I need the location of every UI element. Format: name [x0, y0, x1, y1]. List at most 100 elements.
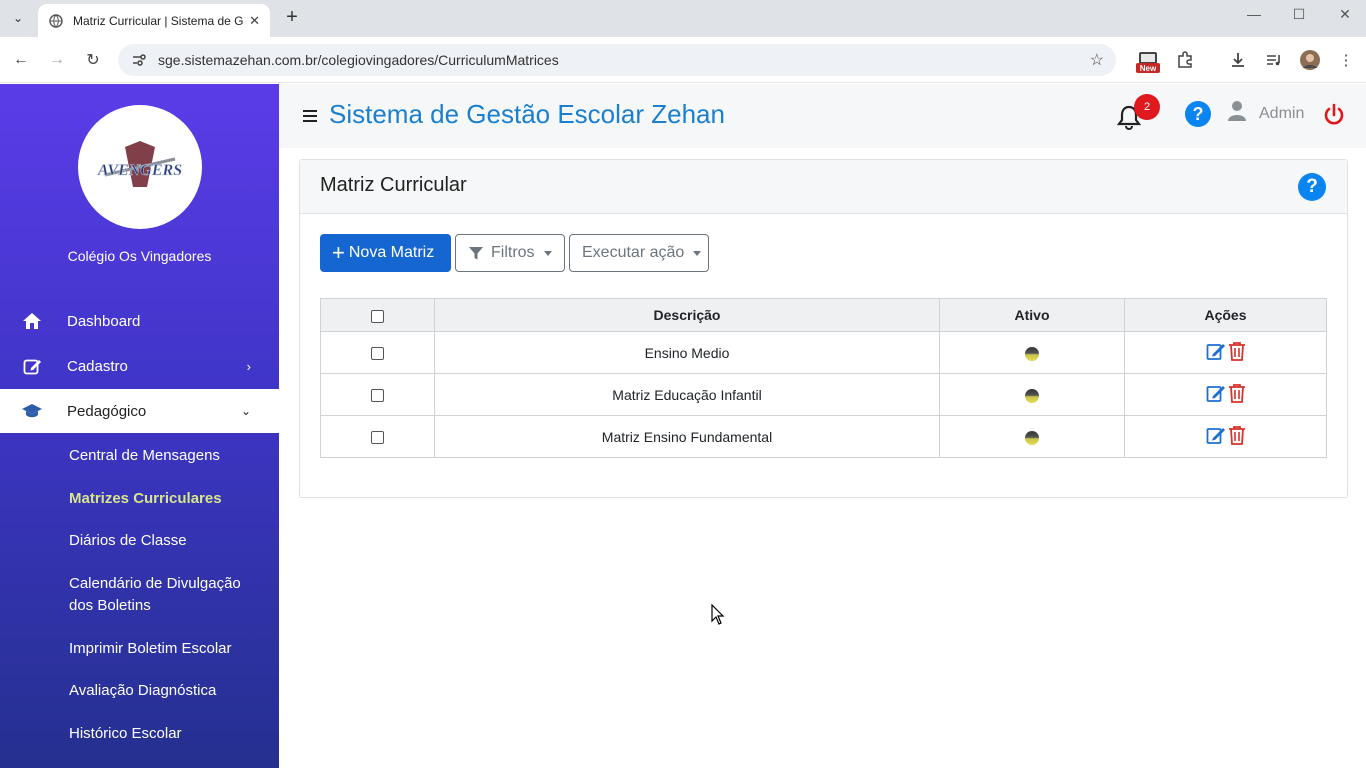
- chevron-right-icon: ›: [246, 358, 251, 374]
- browser-menu-icon[interactable]: ⋮: [1335, 49, 1357, 71]
- sidebar-item-cadastro[interactable]: Cadastro ›: [0, 344, 279, 388]
- row-ativo: [939, 415, 1125, 458]
- submenu-matrizes-curriculares[interactable]: Matrizes Curriculares: [69, 488, 269, 510]
- row-checkbox[interactable]: [371, 431, 384, 445]
- table-row: Matriz Educação Infantil: [320, 373, 1327, 416]
- sidebar-item-label: Pedagógico: [67, 402, 147, 420]
- back-icon[interactable]: ←: [10, 49, 32, 71]
- row-checkbox[interactable]: [371, 389, 384, 403]
- new-matrix-label: Nova Matriz: [348, 244, 435, 261]
- sidebar-item-pedagogico[interactable]: Pedagógico ⌄: [0, 389, 279, 433]
- graduation-cap-icon: [21, 400, 43, 422]
- reload-icon[interactable]: ↻: [82, 49, 104, 71]
- page-title: Matriz Curricular: [320, 174, 467, 196]
- extensions-puzzle-icon[interactable]: [1174, 49, 1196, 71]
- edit-icon: [21, 355, 43, 377]
- power-logout-icon[interactable]: [1322, 103, 1346, 127]
- column-header-descricao[interactable]: Descrição: [434, 298, 940, 332]
- tab-close-icon[interactable]: ✕: [249, 13, 260, 29]
- tab-title: Matriz Curricular | Sistema de G: [73, 13, 244, 28]
- download-icon[interactable]: [1227, 49, 1249, 71]
- tab-search-icon[interactable]: ⌄: [6, 6, 30, 30]
- bookmark-star-icon[interactable]: ☆: [1090, 50, 1104, 70]
- column-header-acoes: Ações: [1124, 298, 1327, 332]
- select-all-checkbox[interactable]: [371, 309, 384, 323]
- card-header: Matriz Curricular ?: [300, 160, 1347, 214]
- site-settings-icon[interactable]: [130, 51, 148, 69]
- row-ativo: [939, 373, 1125, 416]
- new-badge-text: New: [1140, 64, 1157, 73]
- trash-icon[interactable]: [1228, 383, 1246, 406]
- profile-avatar[interactable]: [1299, 49, 1321, 71]
- table-row: Matriz Ensino Fundamental: [320, 415, 1327, 458]
- execute-action-label: Executar ação: [582, 244, 685, 261]
- url-text: sge.sistemazehan.com.br/colegiovingadore…: [158, 52, 559, 68]
- user-icon[interactable]: [1227, 100, 1247, 122]
- minimize-icon[interactable]: —: [1242, 6, 1266, 22]
- edit-icon[interactable]: [1206, 383, 1226, 406]
- new-tab-button[interactable]: +: [280, 6, 304, 30]
- sidebar: AVENGERS Colégio Os Vingadores Dashboard…: [0, 84, 279, 768]
- plus-icon: +: [332, 240, 345, 265]
- row-select-cell: [320, 331, 435, 374]
- caret-down-icon: [693, 250, 702, 256]
- help-icon[interactable]: ?: [1185, 101, 1211, 127]
- trash-icon[interactable]: [1228, 425, 1246, 448]
- filters-dropdown-button[interactable]: Filtros: [455, 234, 565, 272]
- maximize-icon[interactable]: ☐: [1287, 6, 1311, 23]
- execute-action-dropdown-button[interactable]: Executar ação: [569, 234, 709, 272]
- school-logo[interactable]: AVENGERS: [78, 105, 202, 229]
- filters-label: Filtros: [491, 244, 535, 261]
- trash-icon[interactable]: [1228, 341, 1246, 364]
- submenu-central-mensagens[interactable]: Central de Mensagens: [69, 445, 269, 467]
- row-select-cell: [320, 415, 435, 458]
- active-status-indicator: [1025, 388, 1039, 403]
- notification-count-badge[interactable]: 2: [1134, 94, 1160, 120]
- row-acoes: [1124, 331, 1327, 374]
- row-descricao: Matriz Educação Infantil: [434, 373, 940, 416]
- filter-icon: [468, 246, 484, 261]
- forward-icon[interactable]: →: [46, 49, 68, 71]
- window-close-icon[interactable]: ✕: [1333, 6, 1357, 23]
- mouse-cursor-icon: [711, 603, 725, 626]
- matrices-table: Descrição Ativo Ações Ensino Medio Matri…: [320, 298, 1327, 458]
- school-name: Colégio Os Vingadores: [67, 248, 212, 264]
- submenu-calendario-boletins[interactable]: Calendário de Divulgação dos Boletins: [69, 573, 249, 617]
- home-icon: [21, 310, 43, 332]
- globe-icon: [48, 13, 64, 29]
- row-acoes: [1124, 415, 1327, 458]
- hamburger-menu-icon[interactable]: [303, 110, 317, 122]
- help-icon[interactable]: ?: [1298, 173, 1326, 201]
- row-ativo: [939, 331, 1125, 374]
- browser-tabstrip: ⌄ Matriz Curricular | Sistema de G ✕ + —…: [0, 0, 1366, 37]
- logo-text: AVENGERS: [97, 162, 182, 179]
- user-name[interactable]: Admin: [1259, 105, 1304, 123]
- table-row: Ensino Medio: [320, 331, 1327, 374]
- submenu-diarios-classe[interactable]: Diários de Classe: [69, 530, 269, 552]
- extension-new-icon[interactable]: New: [1136, 50, 1160, 74]
- app-header: Sistema de Gestão Escolar Zehan 2 ? Admi…: [279, 84, 1366, 148]
- edit-icon[interactable]: [1206, 425, 1226, 448]
- submenu-imprimir-boletim[interactable]: Imprimir Boletim Escolar: [69, 638, 269, 660]
- select-all-cell: [320, 298, 435, 332]
- browser-tab[interactable]: Matriz Curricular | Sistema de G ✕: [38, 4, 270, 37]
- app-title: Sistema de Gestão Escolar Zehan: [329, 99, 725, 129]
- address-bar[interactable]: sge.sistemazehan.com.br/colegiovingadore…: [118, 44, 1116, 76]
- submenu-historico-escolar[interactable]: Histórico Escolar: [69, 723, 269, 745]
- row-descricao: Ensino Medio: [434, 331, 940, 374]
- sidebar-item-dashboard[interactable]: Dashboard: [0, 299, 279, 343]
- column-header-ativo[interactable]: Ativo: [939, 298, 1125, 332]
- row-acoes: [1124, 373, 1327, 416]
- caret-down-icon: [543, 250, 552, 256]
- edit-icon[interactable]: [1206, 341, 1226, 364]
- new-matrix-button[interactable]: + Nova Matriz: [320, 234, 451, 272]
- submenu-avaliacao-diagnostica[interactable]: Avaliação Diagnóstica: [69, 680, 269, 702]
- media-control-icon[interactable]: [1263, 49, 1285, 71]
- active-status-indicator: [1025, 346, 1039, 361]
- chevron-down-icon: ⌄: [240, 404, 251, 418]
- sidebar-item-label: Cadastro: [67, 357, 128, 375]
- active-status-indicator: [1025, 430, 1039, 445]
- browser-toolbar: ← → ↻ sge.sistemazehan.com.br/colegiovin…: [0, 37, 1366, 83]
- row-checkbox[interactable]: [371, 347, 384, 361]
- matriz-card: Matriz Curricular ? + Nova Matriz Filtro…: [299, 159, 1348, 498]
